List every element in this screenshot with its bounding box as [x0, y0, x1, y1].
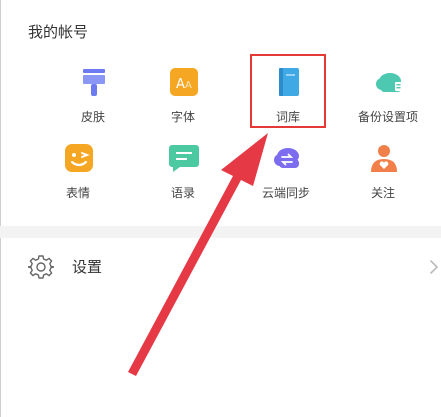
font-icon: A A — [170, 68, 198, 96]
grid-item-emoji[interactable]: 表情 — [33, 142, 123, 212]
grid-item-label: 备份设置项 — [357, 110, 418, 124]
grid-item-label: 表情 — [65, 186, 90, 200]
grid-item-label: 云端同步 — [261, 186, 310, 200]
grid-item-quotes[interactable]: 语录 — [138, 142, 228, 212]
follow-person-icon — [371, 145, 397, 172]
grid-item-label: 关注 — [370, 186, 395, 200]
chevron-right-icon — [430, 260, 439, 274]
grid-item-cloud-sync[interactable]: 云端同步 — [241, 142, 331, 212]
left-border — [0, 0, 1, 417]
grid-item-label: 皮肤 — [80, 110, 105, 124]
settings-row[interactable]: 设置 — [0, 238, 441, 296]
emoji-icon — [65, 144, 93, 172]
settings-label: 设置 — [72, 258, 103, 276]
section-title-my-account: 我的帐号 — [28, 23, 89, 41]
svg-text:A: A — [185, 80, 192, 91]
grid-item-label: 词库 — [275, 110, 300, 124]
grid-item-label: 字体 — [170, 110, 195, 124]
book-icon — [279, 68, 299, 96]
gear-icon — [28, 255, 54, 279]
brush-icon — [83, 69, 105, 96]
grid-item-backup-settings[interactable]: 备份设置项 — [343, 66, 433, 136]
svg-text:A: A — [176, 77, 185, 92]
grid-item-dictionary[interactable]: 词库 — [243, 66, 333, 136]
grid-item-skin[interactable]: 皮肤 — [48, 66, 138, 136]
section-divider — [0, 226, 441, 238]
quote-bubble-icon — [169, 145, 199, 172]
cloud-backup-icon — [376, 73, 402, 92]
grid-item-label: 语录 — [170, 186, 195, 200]
grid-item-follow[interactable]: 关注 — [338, 142, 428, 212]
cloud-sync-icon — [274, 148, 299, 168]
grid-item-font[interactable]: A A 字体 — [138, 66, 228, 136]
